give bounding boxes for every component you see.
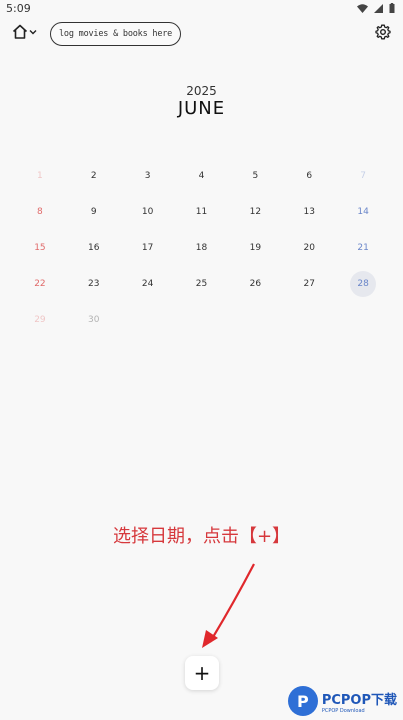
day-number: 20	[303, 243, 315, 253]
day-number: 29	[34, 315, 46, 325]
calendar-day[interactable]: 7	[336, 158, 390, 194]
day-number: 2	[90, 171, 97, 181]
day-number: 4	[198, 171, 205, 181]
top-bar: log movies & books here	[0, 20, 403, 48]
day-number: 12	[249, 207, 262, 217]
add-entry-button[interactable]: +	[185, 656, 219, 690]
wifi-icon	[357, 3, 368, 13]
day-number: 25	[195, 279, 208, 289]
day-number: 28	[350, 271, 377, 297]
day-number: 21	[357, 243, 369, 253]
day-number: 14	[357, 207, 369, 217]
arrow-annotation-icon	[202, 563, 255, 648]
day-number: 22	[34, 279, 46, 289]
day-number: 24	[141, 279, 154, 289]
calendar-day[interactable]: 19	[228, 230, 282, 266]
calendar-day[interactable]: 2	[67, 158, 121, 194]
day-number: 27	[303, 279, 315, 289]
calendar-day[interactable]: 14	[336, 194, 390, 230]
calendar-day[interactable]: 5	[228, 158, 282, 194]
calendar-day[interactable]: 29	[13, 302, 67, 338]
calendar-day[interactable]: 6	[282, 158, 336, 194]
calendar-week: 22 23 24 25 26 27 28	[13, 266, 390, 302]
status-time: 5:09	[6, 2, 31, 15]
calendar-month: JUNE	[177, 98, 226, 119]
day-number: 3	[144, 171, 151, 181]
calendar-day[interactable]: 15	[13, 230, 67, 266]
day-number: 5	[252, 171, 259, 181]
calendar-day[interactable]: 22	[13, 266, 67, 302]
calendar-day[interactable]: 9	[67, 194, 121, 230]
tagline-bubble: log movies & books here	[50, 22, 182, 46]
gear-icon	[375, 24, 391, 40]
day-number: 26	[249, 279, 262, 289]
tagline-text: log movies & books here	[59, 29, 173, 39]
calendar-day[interactable]: 3	[121, 158, 175, 194]
home-icon	[12, 24, 28, 39]
status-icons	[357, 3, 395, 13]
day-number: 19	[249, 243, 262, 253]
calendar-day[interactable]: 10	[121, 194, 175, 230]
calendar-day[interactable]: 24	[121, 266, 175, 302]
calendar-week: 29 30	[13, 302, 390, 338]
calendar-year: 2025	[186, 84, 217, 98]
day-number: 16	[88, 243, 100, 253]
chevron-down-icon	[29, 29, 37, 34]
calendar-day[interactable]: 1	[13, 158, 67, 194]
calendar-day[interactable]: 25	[175, 266, 229, 302]
day-number: 17	[141, 243, 154, 253]
calendar-day[interactable]: 18	[175, 230, 229, 266]
calendar-day-selected[interactable]: 28	[336, 266, 390, 302]
day-number: 8	[37, 207, 43, 217]
calendar-day[interactable]: 13	[282, 194, 336, 230]
watermark-sub: PCPOP Download	[321, 707, 365, 714]
status-bar: 5:09	[0, 0, 403, 18]
day-number: 18	[195, 243, 208, 253]
watermark-main: PCPOP下载	[321, 692, 397, 708]
watermark: P PCPOP下载 PCPOP Download	[287, 686, 397, 716]
calendar-week: 8 9 10 11 12 13 14	[13, 194, 390, 230]
calendar-day[interactable]: 4	[175, 158, 229, 194]
day-number: 10	[141, 207, 154, 217]
calendar-day[interactable]: 27	[282, 266, 336, 302]
calendar-day[interactable]: 11	[175, 194, 229, 230]
day-number: 30	[88, 315, 100, 325]
day-number: 11	[195, 207, 208, 217]
calendar-day[interactable]: 26	[228, 266, 282, 302]
calendar-day[interactable]: 21	[336, 230, 390, 266]
calendar-day[interactable]: 8	[13, 194, 67, 230]
day-number: 7	[360, 171, 366, 181]
calendar-day[interactable]: 30	[67, 302, 121, 338]
battery-icon	[389, 3, 395, 13]
calendar-day[interactable]: 12	[228, 194, 282, 230]
day-number: 1	[37, 171, 43, 181]
day-number: 15	[34, 243, 46, 253]
day-number: 23	[88, 279, 100, 289]
settings-button[interactable]	[375, 24, 391, 44]
day-number: 13	[303, 207, 315, 217]
calendar-day[interactable]: 20	[282, 230, 336, 266]
home-dropdown-button[interactable]	[12, 24, 37, 39]
calendar-grid: 1 2 3 4 5 6 7 8 9 10 11 12 13 14 15 16 1…	[13, 158, 390, 338]
instruction-annotation: 选择日期，点击【+】	[112, 526, 291, 547]
signal-icon	[374, 3, 383, 13]
day-number: 6	[306, 171, 313, 181]
calendar-day[interactable]: 17	[121, 230, 175, 266]
calendar-week: 1 2 3 4 5 6 7	[13, 158, 390, 194]
pcpop-logo-icon: P	[287, 686, 318, 716]
calendar-day[interactable]: 16	[67, 230, 121, 266]
calendar-day[interactable]: 23	[67, 266, 121, 302]
day-number: 9	[90, 207, 97, 217]
calendar-week: 15 16 17 18 19 20 21	[13, 230, 390, 266]
